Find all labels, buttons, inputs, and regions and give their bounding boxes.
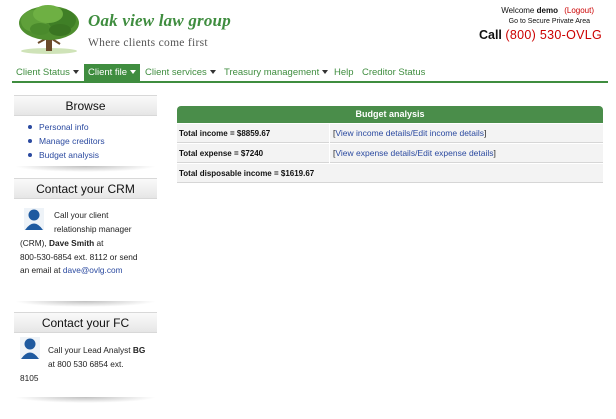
logout-link[interactable]: (Logout)	[564, 6, 594, 15]
nav-treasury-management[interactable]: Treasury management	[220, 64, 332, 81]
nav-label: Treasury management	[224, 67, 320, 78]
chevron-down-icon	[130, 70, 137, 74]
call-line: Call (800) 530-OVLG	[479, 28, 602, 42]
nav-client-services[interactable]: Client services	[141, 64, 220, 81]
divider	[14, 166, 157, 172]
main-nav: Client Status Client file Client service…	[12, 64, 608, 83]
nav-label: Client Status	[16, 67, 70, 78]
income-details-cell: [View income details/Edit income details…	[333, 124, 486, 143]
bracket: ]	[484, 128, 487, 138]
income-details-link[interactable]: View income details/Edit income details	[335, 128, 484, 138]
person-avatar-icon	[24, 208, 44, 230]
crm-line-3: (CRM), Dave Smith at	[20, 236, 103, 250]
crm-line-3-pre: (CRM),	[20, 238, 50, 248]
crm-line-3-post: at	[94, 238, 104, 248]
crm-email-link[interactable]: dave@ovlg.com	[63, 265, 123, 275]
crm-heading: Contact your CRM	[14, 178, 157, 199]
person-avatar-icon	[20, 337, 40, 359]
brand-title: Oak view law group	[88, 11, 231, 30]
crm-line-5: an email at dave@ovlg.com	[20, 263, 123, 277]
username: demo	[536, 6, 558, 15]
table-row: Total disposable income = $1619.67	[177, 164, 603, 183]
bracket: ]	[493, 148, 496, 158]
nav-creditor-status[interactable]: Creditor Status	[358, 64, 429, 81]
nav-label: Client services	[145, 67, 207, 78]
budget-panel-title: Budget analysis	[177, 106, 603, 123]
expense-details-link[interactable]: View expense details/Edit expense detail…	[335, 148, 493, 158]
crm-line-1: Call your client	[54, 210, 109, 220]
welcome-bar: Welcome demo (Logout)	[501, 6, 594, 15]
fc-line-1: Call your Lead Analyst BG	[48, 343, 145, 357]
fc-analyst-name: BG	[132, 345, 146, 355]
divider	[14, 397, 157, 403]
call-label: Call	[478, 28, 502, 42]
table-row: Total expense = $7240 [View expense deta…	[177, 144, 603, 163]
crm-line-5-pre: an email at	[20, 265, 63, 275]
secure-area-link[interactable]: Go to Secure Private Area	[509, 18, 590, 25]
nav-label: Client file	[88, 67, 128, 78]
oak-tree-logo-icon	[19, 5, 79, 54]
total-income-label: Total income = $8859.67	[179, 129, 271, 138]
divider	[329, 124, 330, 143]
nav-client-file[interactable]: Client file	[84, 64, 141, 81]
browse-links: Personal info Manage creditors Budget an…	[28, 120, 105, 162]
table-row: Total income = $8859.67 [View income det…	[177, 124, 603, 143]
disposable-income-label: Total disposable income = $1619.67	[179, 169, 315, 178]
crm-line-4: 800-530-6854 ext. 8112 or send	[20, 252, 138, 262]
fc-line-3: 8105	[20, 373, 39, 383]
nav-label: Creditor Status	[362, 67, 426, 78]
fc-line-1-pre: Call your Lead Analyst	[48, 345, 133, 355]
fc-heading: Contact your FC	[14, 312, 157, 333]
total-expense-label: Total expense = $7240	[179, 149, 264, 158]
chevron-down-icon	[72, 70, 79, 74]
browse-heading: Browse	[14, 95, 157, 116]
nav-label: Help	[334, 67, 354, 78]
brand-tagline: Where clients come first	[88, 37, 208, 49]
phone-number: (800) 530-OVLG	[505, 28, 602, 42]
fc-line-2: at 800 530 6854 ext.	[48, 359, 124, 369]
crm-manager-name: Dave Smith	[49, 238, 95, 248]
divider	[14, 301, 157, 307]
expense-details-cell: [View expense details/Edit expense detai…	[333, 144, 496, 163]
nav-help[interactable]: Help	[330, 64, 358, 81]
browse-link-manage-creditors[interactable]: Manage creditors	[28, 134, 105, 148]
crm-line-2: relationship manager	[54, 224, 132, 234]
nav-client-status[interactable]: Client Status	[12, 64, 83, 81]
divider	[329, 144, 330, 163]
welcome-prefix: Welcome	[501, 6, 535, 15]
chevron-down-icon	[322, 70, 329, 74]
chevron-down-icon	[209, 70, 216, 74]
browse-link-budget-analysis[interactable]: Budget analysis	[28, 148, 105, 162]
browse-link-personal-info[interactable]: Personal info	[28, 120, 105, 134]
